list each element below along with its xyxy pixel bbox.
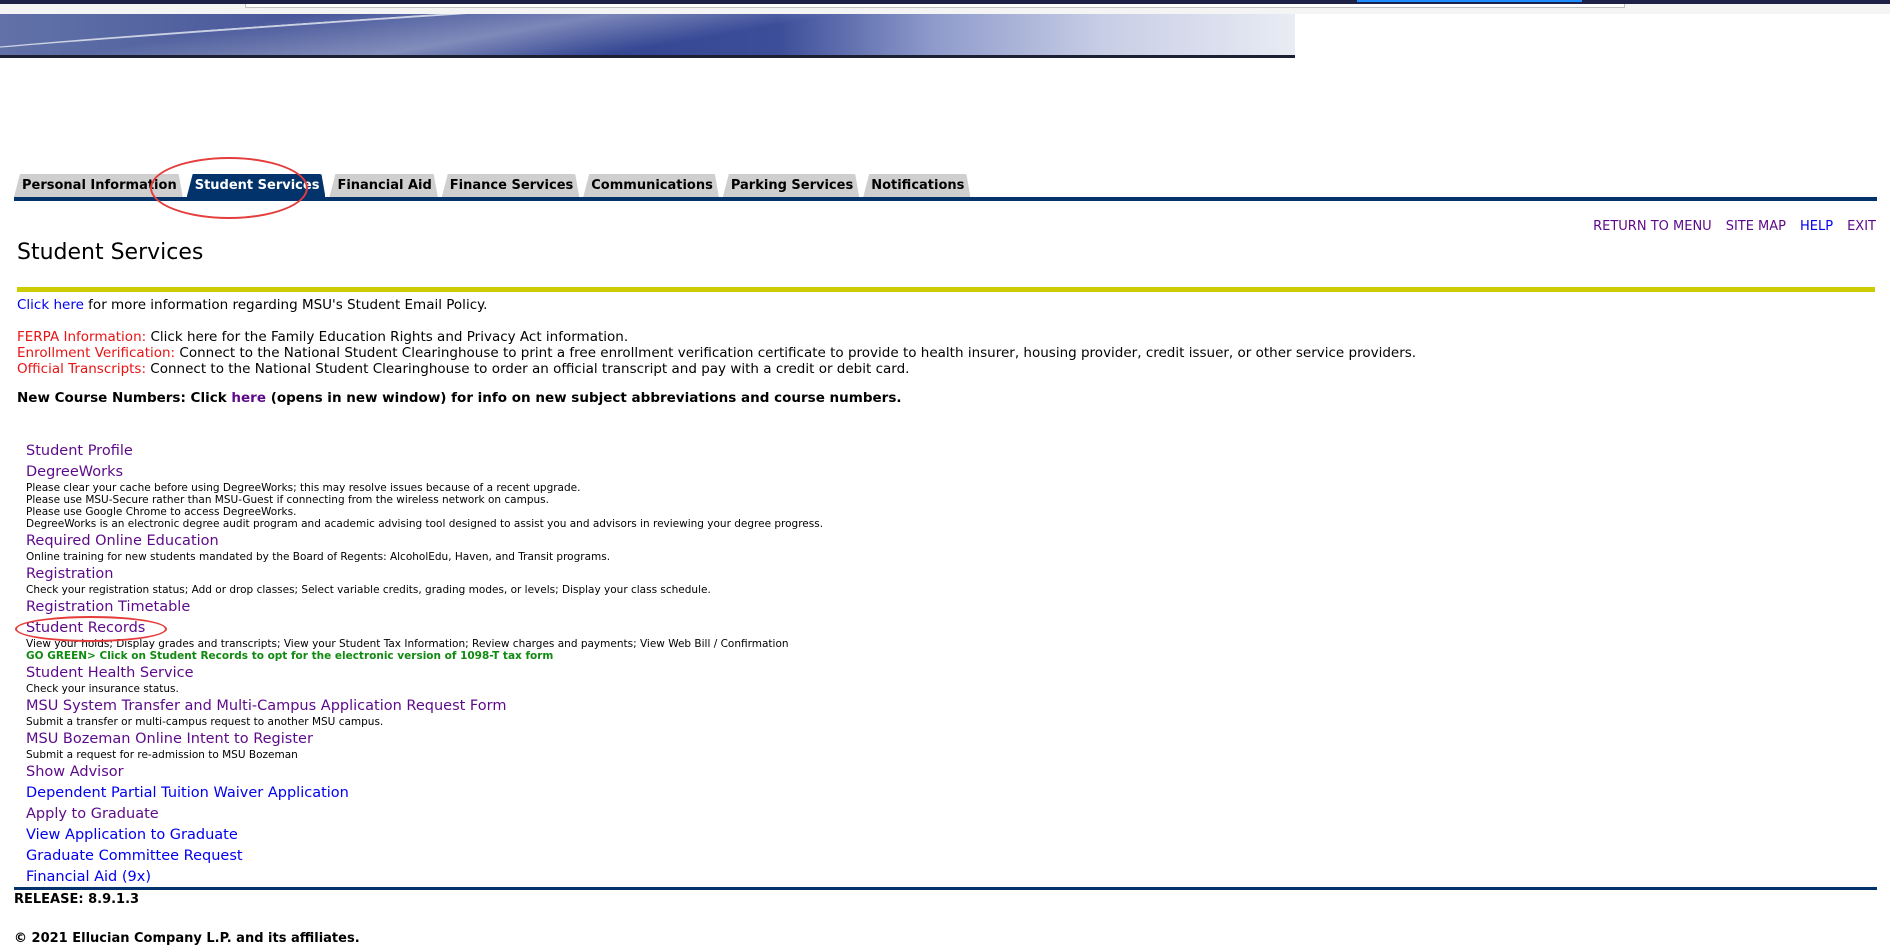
menu-item-description: Please use MSU-Secure rather than MSU-Gu… — [26, 494, 549, 506]
go-green-notice: GO GREEN> Click on Student Records to op… — [26, 650, 554, 662]
copyright: © 2021 Ellucian Company L.P. and its aff… — [14, 931, 360, 946]
footer-divider — [14, 887, 1877, 890]
menu-item: MSU System Transfer and Multi-Campus App… — [26, 695, 1226, 728]
tab-student-services[interactable]: Student Services — [187, 174, 326, 197]
menu-item-description: View your holds; Display grades and tran… — [26, 638, 789, 650]
menu-item: Required Online Education Online training… — [26, 530, 1226, 563]
tab-personal-information[interactable]: Personal Information — [14, 174, 183, 197]
tab-underline-bar — [14, 197, 1877, 201]
return-to-menu-link[interactable]: RETURN TO MENU — [1593, 219, 1712, 234]
utility-links: RETURN TO MENU SITE MAP HELP EXIT — [1593, 219, 1876, 234]
enrollment-verification-notice[interactable]: Enrollment Verification: Connect to the … — [17, 345, 1416, 361]
official-transcripts-label: Official Transcripts: — [17, 361, 147, 377]
course-numbers-suffix: (opens in new window) for info on new su… — [266, 390, 902, 406]
menu-item-description: Check your insurance status. — [26, 683, 179, 695]
official-transcripts-text[interactable]: Connect to the National Student Clearing… — [146, 361, 909, 377]
ferpa-label: FERPA Information: — [17, 329, 147, 345]
browser-address-area — [245, 4, 1625, 8]
email-policy-text: for more information regarding MSU's Stu… — [83, 297, 488, 313]
menu-item: Apply to Graduate — [26, 803, 1226, 824]
menu-item-description: Submit a request for re-admission to MSU… — [26, 749, 298, 761]
menu-link-student-health-service[interactable]: Student Health Service — [26, 663, 194, 683]
menu-item-description: Please clear your cache before using Deg… — [26, 482, 581, 494]
menu-link-dependent-partial-tuition-waiver-application[interactable]: Dependent Partial Tuition Waiver Applica… — [26, 783, 349, 803]
release-version: RELEASE: 8.9.1.3 — [14, 892, 140, 907]
menu-link-apply-to-graduate[interactable]: Apply to Graduate — [26, 804, 159, 824]
help-link[interactable]: HELP — [1800, 219, 1833, 234]
email-policy-link[interactable]: Click here — [17, 297, 84, 313]
tab-parking-services[interactable]: Parking Services — [723, 174, 859, 197]
tab-notifications[interactable]: Notifications — [863, 174, 970, 197]
menu-item: Show Advisor — [26, 761, 1226, 782]
menu-link-show-advisor[interactable]: Show Advisor — [26, 762, 124, 782]
menu-link-financial-aid-9x[interactable]: Financial Aid (9x) — [26, 867, 151, 887]
menu-item-description: Check your registration status; Add or d… — [26, 584, 711, 596]
menu-item-description: DegreeWorks is an electronic degree audi… — [26, 518, 824, 530]
menu-item: DegreeWorks Please clear your cache befor… — [26, 461, 1226, 530]
ferpa-notice[interactable]: FERPA Information: Click here for the Fa… — [17, 329, 628, 345]
menu-link-msu-bozeman-online-intent-to-register[interactable]: MSU Bozeman Online Intent to Register — [26, 729, 313, 749]
menu-link-msu-system-transfer-and-multi-campus-application-request-form[interactable]: MSU System Transfer and Multi-Campus App… — [26, 696, 506, 716]
menu-item: Student Profile — [26, 440, 1226, 461]
menu-item: Registration Timetable — [26, 596, 1226, 617]
tab-communications[interactable]: Communications — [583, 174, 719, 197]
site-map-link[interactable]: SITE MAP — [1726, 219, 1786, 234]
menu-link-degreeworks[interactable]: DegreeWorks — [26, 462, 123, 482]
menu-item: MSU Bozeman Online Intent to Register Sub… — [26, 728, 1226, 761]
course-numbers-notice: New Course Numbers: Click here (opens in… — [17, 390, 901, 406]
menu-link-registration[interactable]: Registration — [26, 564, 113, 584]
menu-item-description: Please use Google Chrome to access Degre… — [26, 506, 297, 518]
menu-link-graduate-committee-request[interactable]: Graduate Committee Request — [26, 846, 243, 866]
menu-item: Student Records View your holds; Display … — [26, 617, 1226, 662]
banner-decoration — [0, 14, 1295, 58]
menu-item: Graduate Committee Request — [26, 845, 1226, 866]
tab-financial-aid[interactable]: Financial Aid — [329, 174, 437, 197]
course-numbers-link[interactable]: here — [231, 390, 266, 406]
student-services-menu: Student Profile DegreeWorks Please clear y… — [26, 440, 1226, 887]
official-transcripts-notice[interactable]: Official Transcripts: Connect to the Nat… — [17, 361, 909, 377]
menu-link-student-records[interactable]: Student Records — [26, 618, 145, 638]
menu-item: Registration Check your registration stat… — [26, 563, 1226, 596]
course-numbers-prefix: New Course Numbers: Click — [17, 390, 232, 406]
menu-item: View Application to Graduate — [26, 824, 1226, 845]
tab-finance-services[interactable]: Finance Services — [442, 174, 579, 197]
ferpa-text[interactable]: Click here for the Family Education Righ… — [146, 329, 628, 345]
menu-link-student-profile[interactable]: Student Profile — [26, 441, 133, 461]
email-policy-notice: Click here for more information regardin… — [17, 297, 487, 313]
menu-item: Student Health Service Check your insuran… — [26, 662, 1226, 695]
menu-item: Dependent Partial Tuition Waiver Applica… — [26, 782, 1226, 803]
menu-link-registration-timetable[interactable]: Registration Timetable — [26, 597, 190, 617]
page-title: Student Services — [17, 240, 204, 265]
title-divider — [17, 287, 1875, 292]
menu-link-view-application-to-graduate[interactable]: View Application to Graduate — [26, 825, 238, 845]
menu-item: Financial Aid (9x) — [26, 866, 1226, 887]
menu-link-required-online-education[interactable]: Required Online Education — [26, 531, 219, 551]
enrollment-verification-label: Enrollment Verification: — [17, 345, 176, 361]
browser-active-tab-indicator — [1357, 0, 1582, 2]
menu-item-description: Online training for new students mandate… — [26, 551, 611, 563]
exit-link[interactable]: EXIT — [1847, 219, 1876, 234]
enrollment-verification-text[interactable]: Connect to the National Student Clearing… — [175, 345, 1416, 361]
main-tab-bar: Personal Information Student Services Fi… — [14, 174, 974, 198]
menu-item-description: Submit a transfer or multi-campus reques… — [26, 716, 384, 728]
